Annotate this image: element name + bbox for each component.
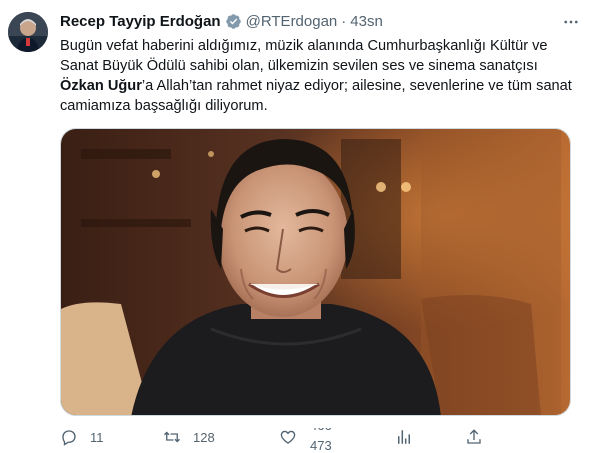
share-button[interactable] xyxy=(465,428,483,446)
tweet-timestamp[interactable]: 43sn xyxy=(350,13,383,30)
author-handle[interactable]: @RTErdogan xyxy=(246,13,338,30)
portrait-photo-image xyxy=(61,129,570,415)
separator-dot: · xyxy=(341,13,347,30)
views-count-area: 466 473 xyxy=(296,428,350,450)
analytics-bars-icon xyxy=(398,430,410,444)
views-count-previous: 466 xyxy=(310,428,332,433)
reply-button[interactable]: 11 xyxy=(60,428,104,446)
tweet-text-part1: Bugün vefat haberini aldığımız, müzik al… xyxy=(60,38,548,74)
retweet-icon xyxy=(164,431,180,443)
retweet-count: 128 xyxy=(193,429,215,445)
tweet-actions-bar: 11 128 466 473 xyxy=(60,428,530,450)
views-count-animation: 466 473 xyxy=(310,428,350,450)
reply-bubble-icon xyxy=(62,430,76,446)
views-analytics-button[interactable] xyxy=(395,428,413,446)
tweet-photo[interactable] xyxy=(60,128,571,416)
views-count: 473 xyxy=(310,438,332,450)
author-avatar[interactable] xyxy=(8,12,48,52)
more-horizontal-icon xyxy=(564,20,578,24)
retweet-button[interactable]: 128 xyxy=(163,428,215,446)
share-upload-icon xyxy=(467,429,481,444)
tweet-text: Bugün vefat haberini aldığımız, müzik al… xyxy=(60,36,580,116)
heart-icon xyxy=(280,430,296,444)
reply-count: 11 xyxy=(90,429,104,445)
tweet-header: Recep Tayyip Erdoğan @RTErdogan · 43sn xyxy=(60,13,563,30)
tweet-mention-bold: Özkan Uğur xyxy=(60,78,142,94)
author-name[interactable]: Recep Tayyip Erdoğan xyxy=(60,13,221,30)
avatar-image xyxy=(8,12,48,52)
verified-badge-icon xyxy=(225,13,242,30)
more-options-button[interactable] xyxy=(561,12,581,32)
